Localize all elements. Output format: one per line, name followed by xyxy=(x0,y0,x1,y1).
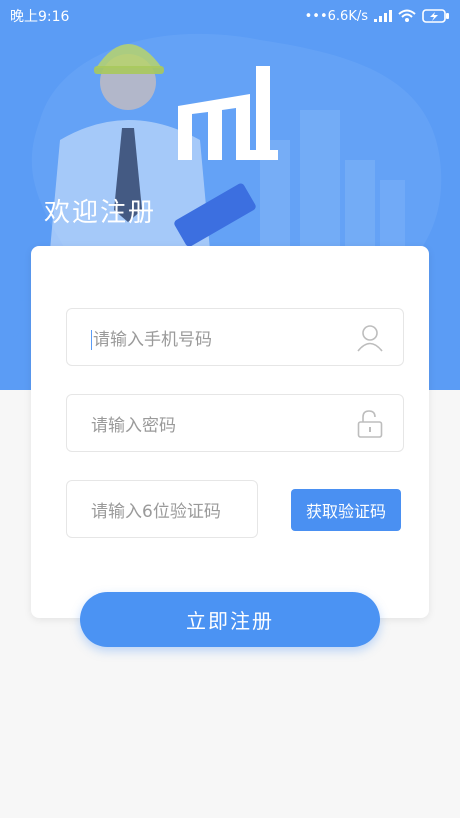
app-logo-icon xyxy=(178,66,278,160)
phone-field[interactable]: 请输入手机号码 xyxy=(66,308,404,366)
network-speed: •••6.6K/s xyxy=(304,8,368,24)
register-card: 请输入手机号码 请输入密码 请输入6位验证码 获取验证码 xyxy=(31,246,429,618)
code-field[interactable]: 请输入6位验证码 xyxy=(66,480,258,538)
battery-charging-icon xyxy=(422,9,449,23)
signal-icon xyxy=(374,10,392,22)
network-speed-value: 6.6K/s xyxy=(327,8,368,24)
status-time: 晚上9:16 xyxy=(10,9,70,25)
text-cursor xyxy=(91,329,92,350)
get-code-button[interactable]: 获取验证码 xyxy=(291,489,401,531)
welcome-title: 欢迎注册 xyxy=(44,198,157,228)
status-icons: •••6.6K/s xyxy=(305,9,450,24)
status-bar: 晚上9:16 •••6.6K/s xyxy=(0,0,460,32)
phone-placeholder-text: 请输入手机号码 xyxy=(93,329,212,350)
code-placeholder: 请输入6位验证码 xyxy=(91,501,221,522)
register-button[interactable]: 立即注册 xyxy=(80,592,380,647)
unlock-icon xyxy=(357,410,383,438)
wifi-icon xyxy=(398,9,416,22)
password-field[interactable]: 请输入密码 xyxy=(66,394,404,452)
user-icon xyxy=(357,325,383,352)
